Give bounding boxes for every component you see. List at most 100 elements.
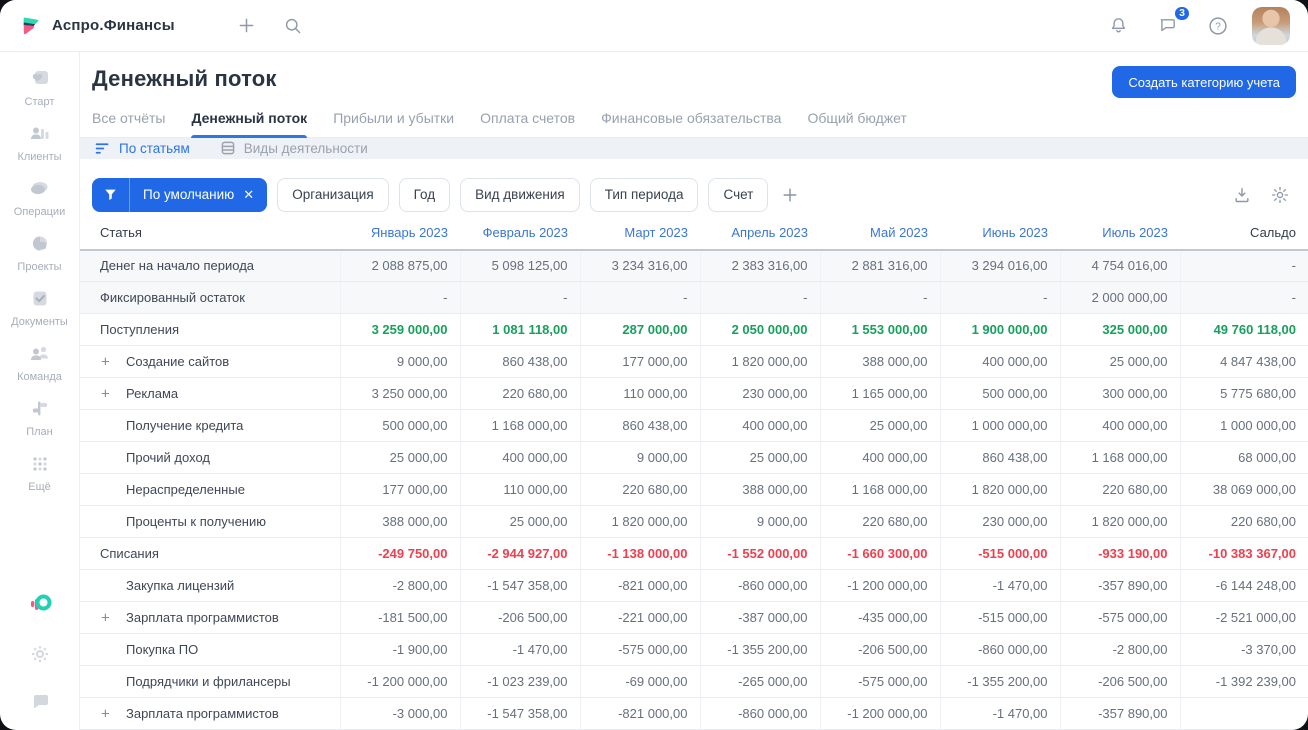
gear-icon[interactable] bbox=[28, 642, 52, 666]
table-row[interactable]: + Создание сайтов 9 000,00 860 438,00 177 00… bbox=[80, 345, 1308, 378]
table-row[interactable]: Поступления 3 259 000,00 1 081 118,00 287 0… bbox=[80, 313, 1308, 346]
table-row[interactable]: Списания -249 750,00 -2 944 927,00 -1 138 0… bbox=[80, 537, 1308, 570]
row-label: Подрядчики и фрилансеры bbox=[126, 674, 291, 689]
table-row[interactable]: Фиксированный остаток - - - - - -2 000 000,00- bbox=[80, 281, 1308, 314]
table-row[interactable]: Прочий доход 25 000,00 400 000,00 9 000,00 2… bbox=[80, 441, 1308, 474]
tab-общий-бюджет[interactable]: Общий бюджет bbox=[807, 110, 906, 137]
month-value: 3 259 000,00 bbox=[340, 313, 461, 346]
column-header-month[interactable]: Февраль 2023 bbox=[460, 222, 580, 251]
month-value: -515 000,00 bbox=[940, 537, 1061, 570]
tab-все-отчёты[interactable]: Все отчёты bbox=[92, 110, 165, 137]
tab-финансовые-обязательства[interactable]: Финансовые обязательства bbox=[601, 110, 781, 137]
chat-bubble-icon[interactable] bbox=[28, 690, 52, 714]
month-value: 388 000,00 bbox=[700, 473, 821, 506]
stack-icon bbox=[220, 140, 236, 156]
user-avatar[interactable] bbox=[1252, 6, 1290, 45]
app-logo-icon[interactable] bbox=[27, 592, 53, 618]
expand-row-icon[interactable]: + bbox=[101, 610, 110, 625]
table-row[interactable]: Нераспределенные 177 000,00 110 000,00 220 … bbox=[80, 473, 1308, 506]
month-value: 1 820 000,00 bbox=[940, 473, 1061, 506]
table-row[interactable]: Получение кредита 500 000,00 1 168 000,00 8… bbox=[80, 409, 1308, 442]
expand-row-icon[interactable]: + bbox=[101, 354, 110, 369]
month-value: -357 890,00 bbox=[1060, 569, 1181, 602]
table-settings-gear-icon[interactable] bbox=[1266, 181, 1294, 209]
table-row[interactable]: Проценты к получению 388 000,00 25 000,00 1… bbox=[80, 505, 1308, 538]
month-value: 1 900 000,00 bbox=[940, 313, 1061, 346]
month-value: 2 881 316,00 bbox=[820, 249, 941, 282]
month-value: 25 000,00 bbox=[340, 441, 461, 474]
saldo-value: 38 069 000,00 bbox=[1179, 473, 1308, 506]
column-header-month[interactable]: Июнь 2023 bbox=[940, 222, 1060, 251]
table-row[interactable]: + Зарплата программистов -181 500,00 -206 5… bbox=[80, 601, 1308, 634]
column-header-month[interactable]: Май 2023 bbox=[820, 222, 940, 251]
filter-chip[interactable]: Организация bbox=[277, 177, 389, 212]
sidebar-item-старт[interactable]: Старт bbox=[0, 66, 79, 108]
tab-денежный-поток[interactable]: Денежный поток bbox=[191, 110, 307, 138]
column-header-month[interactable]: Март 2023 bbox=[580, 222, 700, 251]
month-value: 1 820 000,00 bbox=[700, 345, 821, 378]
download-icon[interactable] bbox=[1228, 181, 1256, 209]
month-value: 2 000 000,00 bbox=[1060, 281, 1181, 314]
month-value: 1 168 000,00 bbox=[460, 409, 581, 442]
month-value: 2 050 000,00 bbox=[700, 313, 821, 346]
table-row[interactable]: Денег на начало периода 2 088 875,00 5 098… bbox=[80, 249, 1308, 282]
default-filter-button[interactable]: По умолчанию ✕ bbox=[92, 177, 268, 212]
filter-chip[interactable]: Вид движения bbox=[460, 177, 580, 212]
sidebar-item-проекты[interactable]: Проекты bbox=[0, 231, 79, 273]
view-switch-label: По статьям bbox=[119, 140, 190, 156]
filter-chip[interactable]: Тип периода bbox=[589, 177, 699, 212]
sidebar-item-операции[interactable]: Операции bbox=[0, 176, 79, 218]
table-row[interactable]: Подрядчики и фрилансеры -1 200 000,00 -1 0… bbox=[80, 665, 1308, 698]
column-header-month[interactable]: Июль 2023 bbox=[1060, 222, 1180, 251]
table-row[interactable]: Закупка лицензий -2 800,00 -1 547 358,00 -8… bbox=[80, 569, 1308, 602]
table-row[interactable]: Покупка ПО -1 900,00 -1 470,00 -575 000,00-… bbox=[80, 633, 1308, 666]
view-switch-item[interactable]: Виды деятельности bbox=[220, 140, 368, 156]
search-icon[interactable] bbox=[277, 10, 309, 42]
notifications-bell-icon[interactable] bbox=[1102, 10, 1134, 42]
month-value: -1 470,00 bbox=[940, 697, 1061, 730]
sidebar-item-команда[interactable]: Команда bbox=[0, 341, 79, 383]
expand-row-icon[interactable]: + bbox=[101, 706, 110, 721]
saldo-value: 68 000,00 bbox=[1179, 441, 1308, 474]
create-new-button[interactable] bbox=[231, 10, 263, 42]
sidebar-item-документы[interactable]: Документы bbox=[0, 286, 79, 328]
month-value: -1 200 000,00 bbox=[820, 697, 941, 730]
sidebar-item-label: Старт bbox=[24, 96, 55, 108]
filter-chip[interactable]: Счет bbox=[708, 177, 769, 212]
create-category-button[interactable]: Создать категорию учета bbox=[1112, 66, 1296, 98]
view-switch-active[interactable]: По статьям bbox=[94, 140, 190, 157]
month-value: -860 000,00 bbox=[700, 697, 821, 730]
sidebar-item-план[interactable]: План bbox=[0, 396, 79, 438]
app-window: Аспро.Финансы 3 ? Старт Клиенты Операции… bbox=[0, 0, 1308, 730]
expand-row-icon[interactable]: + bbox=[101, 386, 110, 401]
add-filter-icon[interactable] bbox=[778, 185, 802, 205]
month-value: -1 547 358,00 bbox=[460, 697, 581, 730]
row-label: Проценты к получению bbox=[126, 514, 266, 529]
help-icon[interactable]: ? bbox=[1202, 10, 1234, 42]
sort-lines-icon bbox=[94, 140, 111, 157]
clear-filter-icon[interactable]: ✕ bbox=[243, 187, 254, 203]
month-value: -206 500,00 bbox=[1060, 665, 1181, 698]
column-header-month[interactable]: Январь 2023 bbox=[340, 222, 460, 251]
column-header-month[interactable]: Апрель 2023 bbox=[700, 222, 820, 251]
brand[interactable]: Аспро.Финансы bbox=[20, 15, 175, 37]
sidebar-item-ещё[interactable]: Ещё bbox=[0, 451, 79, 493]
month-value: -206 500,00 bbox=[820, 633, 941, 666]
plan-icon bbox=[27, 396, 53, 422]
month-value: -181 500,00 bbox=[340, 601, 461, 634]
row-label: Фиксированный остаток bbox=[100, 290, 245, 305]
default-filter-label: По умолчанию bbox=[143, 187, 235, 202]
tab-оплата-счетов[interactable]: Оплата счетов bbox=[480, 110, 575, 137]
month-value: -1 200 000,00 bbox=[820, 569, 941, 602]
saldo-value: -6 144 248,00 bbox=[1179, 569, 1308, 602]
tab-прибыли-и-убытки[interactable]: Прибыли и убытки bbox=[333, 110, 454, 137]
table-row[interactable]: + Реклама 3 250 000,00 220 680,00 110 000,00… bbox=[80, 377, 1308, 410]
row-label: Поступления bbox=[100, 322, 180, 337]
month-value: -357 890,00 bbox=[1060, 697, 1181, 730]
month-value: 25 000,00 bbox=[460, 505, 581, 538]
filter-chip[interactable]: Год bbox=[398, 177, 451, 212]
sidebar-item-клиенты[interactable]: Клиенты bbox=[0, 121, 79, 163]
month-value: 9 000,00 bbox=[580, 441, 701, 474]
table-row[interactable]: + Зарплата программистов -3 000,00 -1 547 3… bbox=[80, 697, 1308, 730]
month-value: -1 200 000,00 bbox=[340, 665, 461, 698]
